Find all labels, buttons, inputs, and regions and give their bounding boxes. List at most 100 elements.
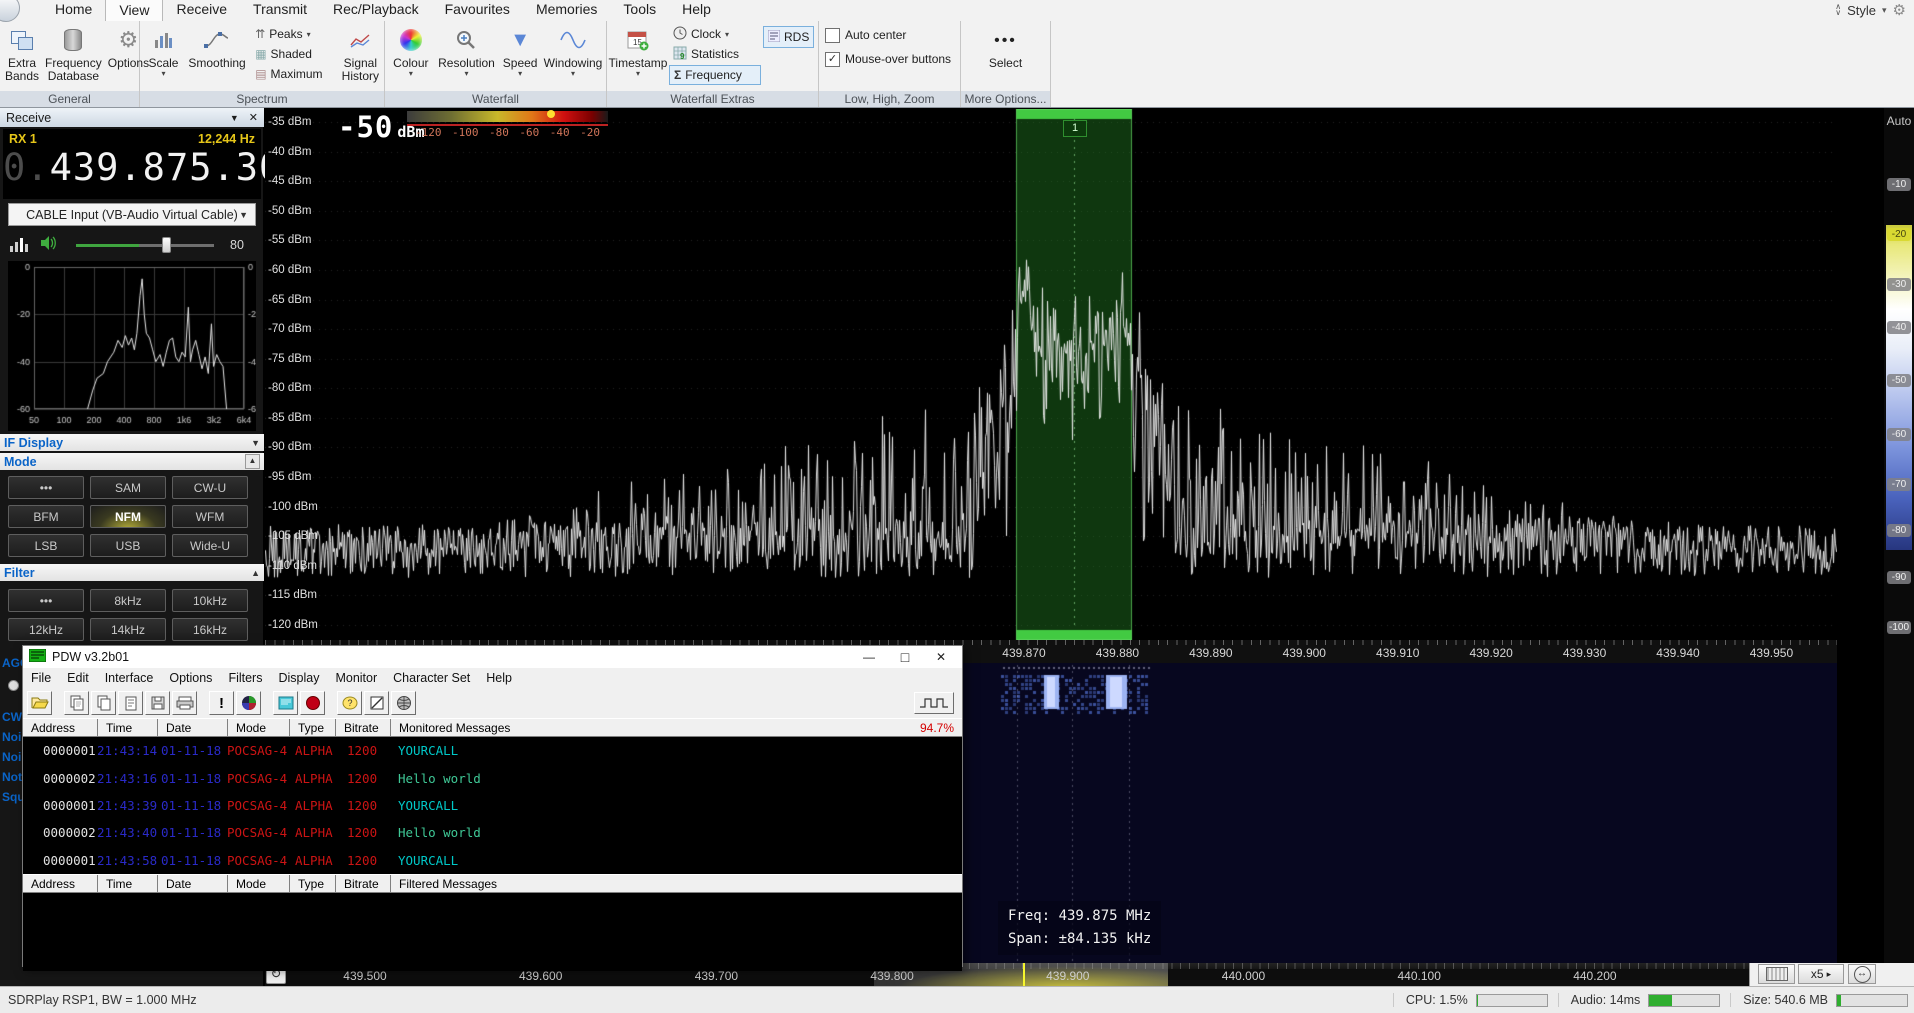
copy-monitored-button[interactable] bbox=[64, 691, 89, 715]
select-button[interactable]: ••• Select bbox=[976, 23, 1036, 85]
tab-home[interactable]: Home bbox=[42, 0, 105, 21]
speaker-icon[interactable] bbox=[40, 235, 58, 256]
tuned-frequency[interactable]: 0.439.875.300 bbox=[3, 146, 261, 190]
column-bitrate[interactable]: Bitrate bbox=[335, 719, 390, 736]
maximum-button[interactable]: ▤ Maximum bbox=[251, 65, 336, 83]
column-address[interactable]: Address bbox=[23, 875, 97, 892]
globe-stats-button[interactable] bbox=[391, 691, 416, 715]
mute-toggle-button[interactable] bbox=[364, 691, 389, 715]
audio-device-select[interactable]: CABLE Input (VB-Audio Virtual Cable) ▼ bbox=[8, 203, 256, 226]
mode-section-header[interactable]: Mode ▲ bbox=[0, 453, 264, 470]
mode-button-nfm[interactable]: NFM bbox=[90, 505, 166, 528]
print-button[interactable] bbox=[172, 691, 197, 715]
spectrum-display[interactable] bbox=[265, 109, 1837, 640]
rds-toggle-button[interactable]: RDS bbox=[763, 26, 814, 48]
pdw-decoder-window[interactable]: PDW v3.2b01 — □ ✕ File Edit Interface Op… bbox=[22, 645, 963, 967]
timestamp-button[interactable]: 15 Timestamp ▾ bbox=[609, 23, 667, 85]
filter-collapse-icon[interactable]: ▲ bbox=[251, 568, 260, 578]
settings-gear-icon[interactable]: ⚙ bbox=[1893, 1, 1906, 19]
pdw-menu-help[interactable]: Help bbox=[478, 671, 520, 685]
filter-button-more[interactable]: ••• bbox=[8, 589, 84, 612]
pdw-menu-character-set[interactable]: Character Set bbox=[385, 671, 478, 685]
alert-button[interactable]: ! bbox=[209, 691, 234, 715]
signal-scope-button[interactable] bbox=[914, 692, 954, 714]
filter-section-header[interactable]: Filter ▲ bbox=[0, 564, 264, 581]
pan-mode-button[interactable]: ↔ bbox=[1848, 964, 1876, 984]
pdw-menu-edit[interactable]: Edit bbox=[59, 671, 97, 685]
app-menu-button[interactable] bbox=[0, 0, 20, 22]
filter-button-8khz[interactable]: 8kHz bbox=[90, 589, 166, 612]
column-time[interactable]: Time bbox=[97, 875, 157, 892]
scale-button[interactable]: Scale ▾ bbox=[142, 23, 185, 85]
frequency-database-button[interactable]: Frequency Database bbox=[42, 23, 105, 85]
open-file-button[interactable] bbox=[27, 691, 52, 715]
pdw-menu-options[interactable]: Options bbox=[161, 671, 220, 685]
mode-button-lsb[interactable]: LSB bbox=[8, 534, 84, 557]
palette-marker-dot[interactable] bbox=[547, 110, 555, 118]
speed-button[interactable]: ▼ Speed ▾ bbox=[498, 23, 542, 85]
save-file-button[interactable] bbox=[145, 691, 170, 715]
frequency-display[interactable]: RX 1 12,244 Hz 0.439.875.300 bbox=[3, 129, 261, 199]
level-color-bar[interactable]: Auto -10-20-30-40-50-60-70-80-90-100 bbox=[1884, 108, 1914, 986]
zoom-level-button[interactable]: x5 ▸ bbox=[1798, 964, 1844, 984]
column-filtered-messages[interactable]: Filtered Messages bbox=[390, 875, 962, 892]
style-dropdown-arrow-icon[interactable]: ▾ bbox=[1882, 5, 1887, 16]
signal-history-button[interactable]: Signal History bbox=[339, 23, 382, 85]
keyboard-entry-button[interactable] bbox=[1758, 964, 1795, 984]
clock-button[interactable]: Clock ▾ bbox=[669, 25, 761, 43]
radio-button-icon[interactable] bbox=[8, 680, 19, 691]
frequency-toggle-button[interactable]: Σ Frequency bbox=[669, 65, 761, 85]
pdw-minimize-button[interactable]: — bbox=[854, 650, 884, 664]
column-mode[interactable]: Mode bbox=[227, 875, 289, 892]
tab-help[interactable]: Help bbox=[669, 0, 724, 21]
auto-center-checkbox[interactable]: ✓ bbox=[825, 28, 840, 43]
windowing-button[interactable]: Windowing ▾ bbox=[542, 23, 604, 85]
if-display-section-header[interactable]: IF Display ▼ bbox=[0, 434, 264, 451]
equalizer-icon[interactable] bbox=[10, 238, 28, 252]
tab-transmit[interactable]: Transmit bbox=[240, 0, 320, 21]
volume-slider-handle[interactable] bbox=[162, 237, 171, 253]
pdw-title-bar[interactable]: PDW v3.2b01 — □ ✕ bbox=[23, 646, 962, 668]
filter-button-14khz[interactable]: 14kHz bbox=[90, 618, 166, 641]
record-button[interactable] bbox=[300, 691, 325, 715]
panel-dropdown-arrow-icon[interactable]: ▼ bbox=[230, 113, 239, 123]
smoothing-button[interactable]: Smoothing bbox=[185, 23, 249, 85]
palette-gradient[interactable] bbox=[407, 111, 608, 122]
waterfall-palette-bar[interactable]: -120 -100 -80 -60 -40 -20 bbox=[407, 111, 608, 139]
column-date[interactable]: Date bbox=[157, 875, 227, 892]
resolution-button[interactable]: Resolution ▾ bbox=[435, 23, 499, 85]
auto-center-checkbox-row[interactable]: ✓ Auto center bbox=[821, 23, 958, 47]
peaks-button[interactable]: ⇈ Peaks ▾ bbox=[251, 25, 336, 43]
shaded-button[interactable]: ▦ Shaded bbox=[251, 45, 336, 63]
colour-button[interactable]: Colour ▾ bbox=[387, 23, 435, 85]
pdw-menu-monitor[interactable]: Monitor bbox=[327, 671, 385, 685]
tab-tools[interactable]: Tools bbox=[610, 0, 669, 21]
terminal-display-button[interactable] bbox=[273, 691, 298, 715]
tab-memories[interactable]: Memories bbox=[523, 0, 610, 21]
tab-view[interactable]: View bbox=[105, 0, 163, 21]
column-mode[interactable]: Mode bbox=[227, 719, 289, 736]
style-button[interactable]: Style bbox=[1847, 3, 1876, 18]
color-wheel-button[interactable] bbox=[236, 691, 261, 715]
tab-receive[interactable]: Receive bbox=[163, 0, 240, 21]
mode-button-wfm[interactable]: WFM bbox=[172, 505, 248, 528]
mode-button-cw-u[interactable]: CW-U bbox=[172, 476, 248, 499]
help-button[interactable]: ? bbox=[337, 691, 362, 715]
mouse-over-buttons-checkbox[interactable]: ✓ bbox=[825, 52, 840, 67]
filter-button-10khz[interactable]: 10kHz bbox=[172, 589, 248, 612]
receive-panel-header[interactable]: Receive ▼ ✕ bbox=[0, 108, 264, 127]
statistics-button[interactable]: 9 Statistics bbox=[669, 45, 761, 63]
mode-button-bfm[interactable]: BFM bbox=[8, 505, 84, 528]
mode-button-sam[interactable]: SAM bbox=[90, 476, 166, 499]
filter-button-16khz[interactable]: 16kHz bbox=[172, 618, 248, 641]
filter-button-12khz[interactable]: 12kHz bbox=[8, 618, 84, 641]
column-time[interactable]: Time bbox=[97, 719, 157, 736]
mode-scroll-up-icon[interactable]: ▲ bbox=[245, 454, 260, 469]
mode-button-more[interactable]: ••• bbox=[8, 476, 84, 499]
channel-marker-badge[interactable]: 1 bbox=[1063, 120, 1087, 137]
volume-slider[interactable] bbox=[76, 237, 214, 253]
column-monitored-messages[interactable]: Monitored Messages bbox=[390, 719, 912, 736]
pdw-menu-filters[interactable]: Filters bbox=[220, 671, 270, 685]
pdw-close-button[interactable]: ✕ bbox=[926, 650, 956, 664]
if-display-collapse-icon[interactable]: ▼ bbox=[251, 438, 260, 448]
